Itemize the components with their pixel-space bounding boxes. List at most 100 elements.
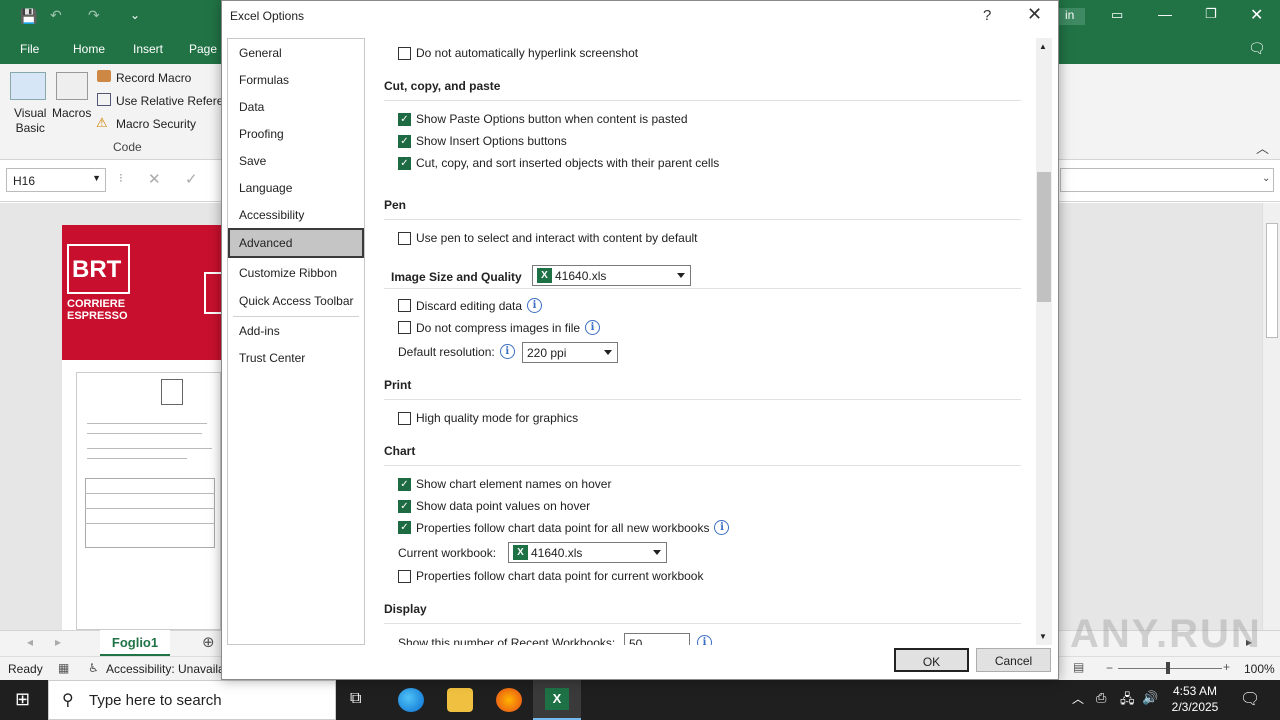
nav-data[interactable]: Data — [239, 100, 264, 114]
nav-general[interactable]: General — [239, 46, 282, 60]
nav-advanced[interactable]: Advanced — [239, 236, 292, 250]
scroll-up-icon[interactable]: ▲ — [1039, 42, 1047, 51]
nav-formulas[interactable]: Formulas — [239, 73, 289, 87]
high-quality-checkbox[interactable] — [398, 411, 411, 425]
comments-icon[interactable]: 🗨 — [1248, 40, 1266, 57]
sheet-vertical-scrollbar[interactable] — [1262, 203, 1280, 630]
macro-record-icon[interactable]: ▦ — [58, 661, 69, 675]
next-sheet-icon[interactable]: ▸ — [55, 635, 61, 649]
ok-button[interactable]: OK — [894, 648, 969, 672]
props-current-option[interactable]: Properties follow chart data point for c… — [398, 569, 703, 583]
no-compress-checkbox[interactable] — [398, 321, 411, 334]
data-point-values-checkbox[interactable]: ✓ — [398, 499, 411, 513]
use-pen-checkbox[interactable] — [398, 231, 411, 245]
minimize-icon[interactable]: — — [1158, 6, 1172, 22]
chart-names-option[interactable]: ✓ Show chart element names on hover — [398, 477, 611, 491]
nav-add-ins[interactable]: Add-ins — [239, 324, 280, 338]
props-all-option[interactable]: ✓ Properties follow chart data point for … — [398, 520, 730, 535]
macro-security-button[interactable]: Macro Security — [116, 117, 196, 131]
page-layout-view-icon[interactable]: ▤ — [1073, 660, 1084, 674]
no-compress-option[interactable]: Do not compress images in file i — [398, 320, 601, 335]
insert-options-checkbox[interactable]: ✓ — [398, 134, 411, 148]
help-button[interactable]: ? — [983, 7, 991, 24]
scroll-down-icon[interactable]: ▼ — [1039, 632, 1047, 641]
hyperlink-screenshot-option[interactable]: Do not automatically hyperlink screensho… — [398, 46, 638, 60]
chart-names-checkbox[interactable]: ✓ — [398, 477, 411, 491]
ribbon-display-icon[interactable]: ▭ — [1111, 7, 1123, 23]
recent-workbooks-spinner[interactable]: 50 — [624, 633, 690, 645]
restore-icon[interactable]: ❐ — [1205, 6, 1217, 22]
dialog-close-button[interactable]: ✕ — [1027, 4, 1042, 25]
default-resolution-select[interactable]: 220 ppi — [522, 342, 618, 363]
taskbar-excel-button[interactable]: X — [533, 680, 581, 720]
name-box[interactable]: H16 ▼ — [6, 168, 106, 192]
nav-save[interactable]: Save — [239, 154, 266, 168]
zoom-slider-thumb[interactable] — [1166, 662, 1170, 674]
tray-chevron-icon[interactable]: ︿ — [1072, 690, 1084, 707]
high-quality-option[interactable]: High quality mode for graphics — [398, 411, 578, 425]
info-icon[interactable]: i — [499, 344, 515, 359]
use-pen-option[interactable]: Use pen to select and interact with cont… — [398, 231, 698, 245]
zoom-slider[interactable] — [1118, 668, 1222, 669]
customize-qat-icon[interactable]: ⌄ — [130, 8, 140, 22]
discard-editing-option[interactable]: Discard editing data i — [398, 298, 543, 313]
sheet-scroll-thumb[interactable] — [1266, 223, 1278, 338]
volume-icon[interactable]: 🔊 — [1142, 690, 1158, 706]
tab-file[interactable]: File — [20, 42, 39, 56]
excel-close-icon[interactable]: ✕ — [1250, 5, 1263, 25]
notifications-icon[interactable]: 🗨 — [1240, 689, 1260, 709]
undo-icon[interactable]: ↶ — [50, 7, 62, 24]
taskbar-search-box[interactable]: ⚲ Type here to search — [48, 680, 336, 720]
props-current-checkbox[interactable] — [398, 569, 411, 583]
windows-start-icon[interactable]: ⊞ — [15, 689, 30, 710]
insert-options-option[interactable]: ✓ Show Insert Options buttons — [398, 134, 567, 148]
firefox-icon[interactable] — [496, 688, 522, 712]
confirm-entry-icon[interactable]: ✓ — [185, 170, 198, 188]
formula-bar[interactable] — [1060, 168, 1274, 192]
signin-button[interactable]: in — [1059, 8, 1085, 25]
edge-icon[interactable] — [398, 688, 424, 712]
expand-formula-icon[interactable]: ⌄ — [1262, 173, 1270, 184]
data-point-values-option[interactable]: ✓ Show data point values on hover — [398, 499, 590, 513]
zoom-out-icon[interactable]: − — [1106, 661, 1113, 675]
redo-icon[interactable]: ↷ — [88, 7, 100, 24]
info-icon[interactable]: i — [585, 320, 601, 335]
nav-language[interactable]: Language — [239, 181, 292, 195]
current-workbook-select[interactable]: X 41640.xls — [508, 542, 667, 563]
sheet-tab-foglio1[interactable]: Foglio1 — [100, 630, 170, 656]
record-macro-button[interactable]: Record Macro — [116, 71, 191, 85]
save-icon[interactable]: 💾 — [20, 8, 37, 25]
discard-editing-checkbox[interactable] — [398, 299, 411, 312]
nav-quick-access-toolbar[interactable]: Quick Access Toolbar — [239, 294, 354, 308]
prev-sheet-icon[interactable]: ◂ — [27, 635, 33, 649]
tab-page-layout[interactable]: Page I — [189, 42, 224, 56]
info-icon[interactable]: i — [697, 635, 712, 645]
network-icon[interactable]: 🖧 — [1120, 690, 1135, 712]
nav-accessibility[interactable]: Accessibility — [239, 208, 304, 222]
add-sheet-icon[interactable]: ⊕ — [202, 633, 215, 651]
cancel-entry-icon[interactable]: ✕ — [148, 170, 161, 188]
collapse-ribbon-icon[interactable]: ︿ — [1256, 138, 1269, 157]
tray-device-icon[interactable]: ⎙ — [1096, 690, 1106, 706]
visual-basic-button[interactable]: Visual Basic — [14, 106, 46, 136]
nav-proofing[interactable]: Proofing — [239, 127, 284, 141]
cancel-button[interactable]: Cancel — [976, 648, 1051, 672]
zoom-in-icon[interactable]: + — [1223, 660, 1230, 674]
paste-options-checkbox[interactable]: ✓ — [398, 112, 411, 126]
relative-reference-button[interactable]: Use Relative Referen — [116, 94, 230, 108]
info-icon[interactable]: i — [527, 298, 543, 313]
nav-trust-center[interactable]: Trust Center — [239, 351, 305, 365]
taskbar-clock[interactable]: 4:53 AM 2/3/2025 — [1160, 683, 1230, 715]
image-workbook-select[interactable]: X 41640.xls — [532, 265, 691, 286]
nav-customize-ribbon[interactable]: Customize Ribbon — [239, 266, 337, 280]
props-all-checkbox[interactable]: ✓ — [398, 521, 411, 534]
info-icon[interactable]: i — [714, 520, 730, 535]
hyperlink-checkbox[interactable] — [398, 46, 411, 60]
task-view-icon[interactable]: ⧉ — [350, 690, 361, 708]
status-accessibility[interactable]: Accessibility: Unavailal — [106, 662, 227, 676]
options-scrollbar[interactable]: ▲ ▼ — [1036, 38, 1052, 645]
cut-copy-sort-option[interactable]: ✓ Cut, copy, and sort inserted objects wi… — [398, 156, 719, 170]
zoom-level[interactable]: 100% — [1244, 662, 1275, 676]
tab-home[interactable]: Home — [73, 42, 105, 56]
name-box-dropdown-icon[interactable]: ▼ — [92, 173, 101, 183]
